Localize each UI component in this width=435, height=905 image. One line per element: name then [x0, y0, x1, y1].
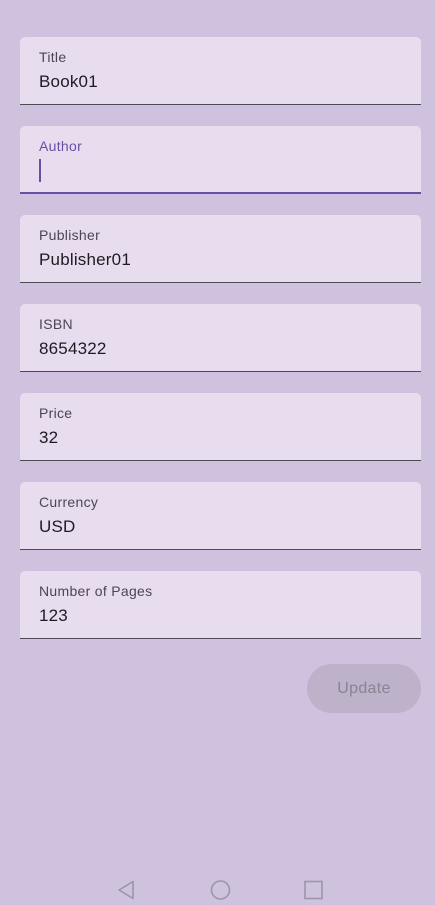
number-of-pages-field[interactable]: Number of Pages 123	[20, 571, 421, 639]
update-button[interactable]: Update	[307, 664, 421, 713]
publisher-field[interactable]: Publisher Publisher01	[20, 215, 421, 283]
title-value: Book01	[39, 72, 98, 91]
currency-label: Currency	[39, 494, 99, 510]
price-field[interactable]: Price 32	[20, 393, 421, 461]
currency-field[interactable]: Currency USD	[20, 482, 421, 550]
isbn-field[interactable]: ISBN 8654322	[20, 304, 421, 372]
system-navigation-bar	[0, 870, 435, 901]
author-label: Author	[39, 138, 83, 154]
price-label: Price	[39, 405, 73, 421]
isbn-label: ISBN	[39, 316, 73, 332]
home-icon[interactable]	[210, 880, 231, 905]
currency-value: USD	[39, 517, 76, 536]
publisher-label: Publisher	[39, 227, 101, 243]
author-field[interactable]: Author	[20, 126, 421, 194]
number-of-pages-label: Number of Pages	[39, 583, 153, 599]
publisher-value: Publisher01	[39, 250, 131, 269]
title-label: Title	[39, 49, 67, 65]
recents-icon[interactable]	[304, 880, 323, 905]
title-field[interactable]: Title Book01	[20, 37, 421, 105]
price-value: 32	[39, 428, 59, 447]
text-cursor	[39, 159, 41, 182]
isbn-value: 8654322	[39, 339, 107, 358]
number-of-pages-value: 123	[39, 606, 68, 625]
back-icon[interactable]	[117, 880, 135, 905]
